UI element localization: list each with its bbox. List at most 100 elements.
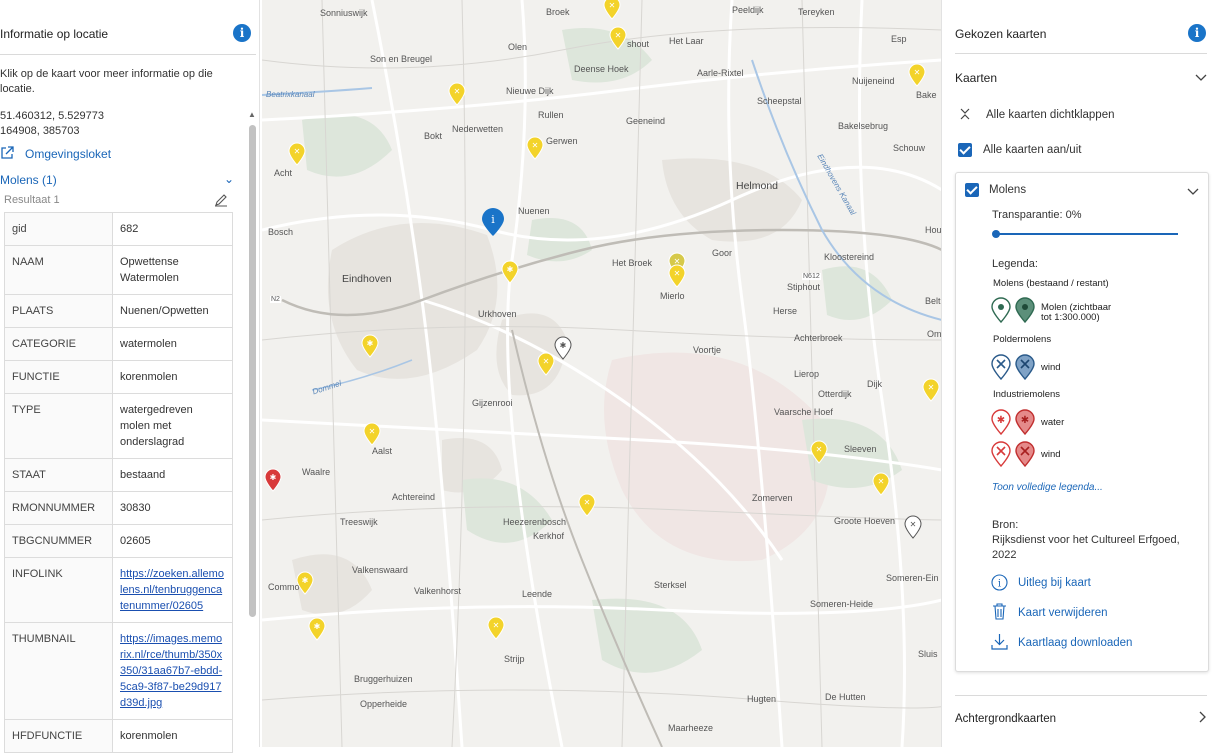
- mill-marker[interactable]: ✱: [361, 334, 379, 358]
- edit-icon[interactable]: [214, 193, 228, 207]
- map-place-label: Esp: [891, 34, 907, 44]
- map-place-label: Strijp: [504, 654, 525, 664]
- omgevingsloket-link[interactable]: Omgevingsloket: [25, 147, 111, 162]
- explain-map-button[interactable]: Uitleg bij kaart: [1018, 576, 1091, 591]
- map-place-label: Het Laar: [669, 36, 704, 46]
- attr-key: FUNCTIE: [4, 360, 113, 394]
- collapse-all-button[interactable]: Alle kaarten dichtklappen: [986, 108, 1115, 123]
- map-place-label: Rullen: [538, 110, 564, 120]
- mill-marker[interactable]: ✱: [296, 571, 314, 595]
- background-maps-header[interactable]: Achtergrondkaarten: [955, 713, 1056, 725]
- mill-marker[interactable]: ✕: [288, 142, 306, 166]
- chevron-right-icon[interactable]: [1197, 711, 1207, 723]
- mill-marker[interactable]: ✕: [578, 493, 596, 517]
- mill-marker[interactable]: ✱: [554, 336, 572, 360]
- svg-text:✱: ✱: [302, 576, 309, 585]
- attr-key: INFOLINK: [4, 557, 113, 623]
- thumbnail-link[interactable]: https://images.memorix.nl/rce/thumb/350x…: [120, 633, 222, 709]
- mill-marker[interactable]: ✕: [922, 378, 940, 402]
- map-place-label: Kloostereind: [824, 252, 875, 262]
- legend-group-label: Industriemolens: [993, 389, 1061, 400]
- mill-marker[interactable]: ✕: [448, 82, 466, 106]
- svg-text:✕: ✕: [816, 445, 823, 454]
- svg-text:i: i: [491, 213, 495, 226]
- mill-marker[interactable]: ✕: [537, 352, 555, 376]
- mill-marker[interactable]: ✕: [908, 63, 926, 87]
- polder-mill-remnant-icon: [1015, 354, 1035, 380]
- map-place-label: Stiphout: [787, 282, 821, 292]
- molens-section-header[interactable]: Molens (1): [0, 173, 57, 188]
- map-view[interactable]: Sonniuswijk Broek Peeldijk Tereyken Son …: [262, 0, 942, 747]
- attribute-table: gid 682 NAAM Opwettense Watermolen PLAATS N…: [4, 212, 233, 753]
- download-layer-button[interactable]: Kaartlaag downloaden: [1018, 636, 1132, 651]
- polder-mill-icon: [991, 354, 1011, 380]
- map-place-label: Vaarsche Hoef: [774, 407, 833, 417]
- selected-location-marker[interactable]: i: [481, 207, 505, 237]
- attr-value: watergedreven molen met onderslagrad: [112, 393, 233, 459]
- industrial-wind-mill-remnant-icon: [1015, 441, 1035, 467]
- map-place-label: Achtereind: [392, 492, 436, 502]
- scrollbar[interactable]: [249, 125, 256, 617]
- map-place-label: Bruggerhuizen: [354, 674, 413, 684]
- info-icon[interactable]: i: [1188, 24, 1206, 42]
- chevron-down-icon[interactable]: ⌄: [224, 172, 234, 186]
- map-place-label: Geeneind: [626, 116, 666, 126]
- map-place-label: Commo: [268, 582, 300, 592]
- attr-key: STAAT: [4, 458, 113, 492]
- map-place-label: Gerwen: [546, 136, 578, 146]
- attr-value: korenmolen: [112, 719, 233, 753]
- scroll-up-icon[interactable]: ▲: [248, 110, 256, 119]
- map-place-label: Leende: [522, 589, 553, 599]
- svg-text:✕: ✕: [543, 357, 550, 366]
- map-place-label: Eindhoven: [342, 273, 392, 285]
- mill-marker[interactable]: ✕: [526, 136, 544, 160]
- water-label: Beatrixkanaal: [266, 90, 315, 99]
- layer-checkbox[interactable]: [965, 183, 979, 197]
- mill-marker[interactable]: ✱: [264, 468, 282, 492]
- chevron-down-icon[interactable]: [1195, 73, 1207, 83]
- toggle-all-label: Alle kaarten aan/uit: [983, 144, 1082, 156]
- svg-text:✕: ✕: [454, 87, 461, 96]
- mill-marker[interactable]: ✕: [603, 0, 621, 20]
- svg-text:✱: ✱: [997, 415, 1005, 426]
- mill-marker[interactable]: ✕: [904, 515, 922, 539]
- table-row: INFOLINK https://zoeken.allemolens.nl/ten…: [4, 557, 233, 623]
- mill-marker[interactable]: ✱: [501, 260, 519, 284]
- transparency-slider-track[interactable]: [996, 233, 1178, 235]
- chevron-down-icon[interactable]: [1187, 187, 1199, 197]
- mill-marker[interactable]: ✕: [609, 26, 627, 50]
- info-icon[interactable]: i: [233, 24, 251, 42]
- mill-marker[interactable]: ✱: [308, 617, 326, 641]
- legend-item-label: water: [1041, 417, 1065, 428]
- svg-text:✕: ✕: [674, 269, 681, 278]
- mill-marker[interactable]: ✕: [668, 264, 686, 288]
- attr-value: bestaand: [112, 458, 233, 492]
- map-place-label: Deense Hoek: [574, 64, 629, 74]
- kaarten-header[interactable]: Kaarten: [955, 71, 997, 85]
- attr-value: watermolen: [112, 327, 233, 361]
- mill-marker[interactable]: ✕: [810, 440, 828, 464]
- mill-marker[interactable]: ✕: [872, 472, 890, 496]
- map-place-label: Het Broek: [612, 258, 653, 268]
- infolink-link[interactable]: https://zoeken.allemolens.nl/tenbruggenc…: [120, 568, 224, 612]
- map-place-label: Goor: [712, 248, 733, 258]
- mill-marker[interactable]: ✕: [487, 616, 505, 640]
- transparency-slider-handle[interactable]: [992, 230, 1000, 238]
- location-info-panel: Informatie op locatie i Klik op de kaart…: [0, 0, 260, 753]
- svg-text:✕: ✕: [914, 68, 921, 77]
- remove-map-button[interactable]: Kaart verwijderen: [1018, 606, 1107, 621]
- map-place-label: Tereyken: [798, 7, 835, 17]
- map-place-label: Aarle-Rixtel: [697, 68, 744, 78]
- collapse-all-icon[interactable]: [958, 107, 972, 121]
- svg-text:✱: ✱: [560, 341, 567, 350]
- map-place-label: Sleeven: [844, 444, 877, 454]
- toggle-all-checkbox[interactable]: [958, 143, 972, 157]
- table-row: HFDFUNCTIE korenmolen: [4, 719, 233, 753]
- map-base: [262, 0, 942, 747]
- legend-item-label: wind: [1041, 362, 1061, 373]
- mill-marker[interactable]: ✕: [363, 422, 381, 446]
- full-legend-link[interactable]: Toon volledige legenda...: [992, 482, 1103, 493]
- industrial-wind-mill-icon: [991, 441, 1011, 467]
- attr-key: RMONNUMMER: [4, 491, 113, 525]
- svg-text:✕: ✕: [609, 1, 616, 10]
